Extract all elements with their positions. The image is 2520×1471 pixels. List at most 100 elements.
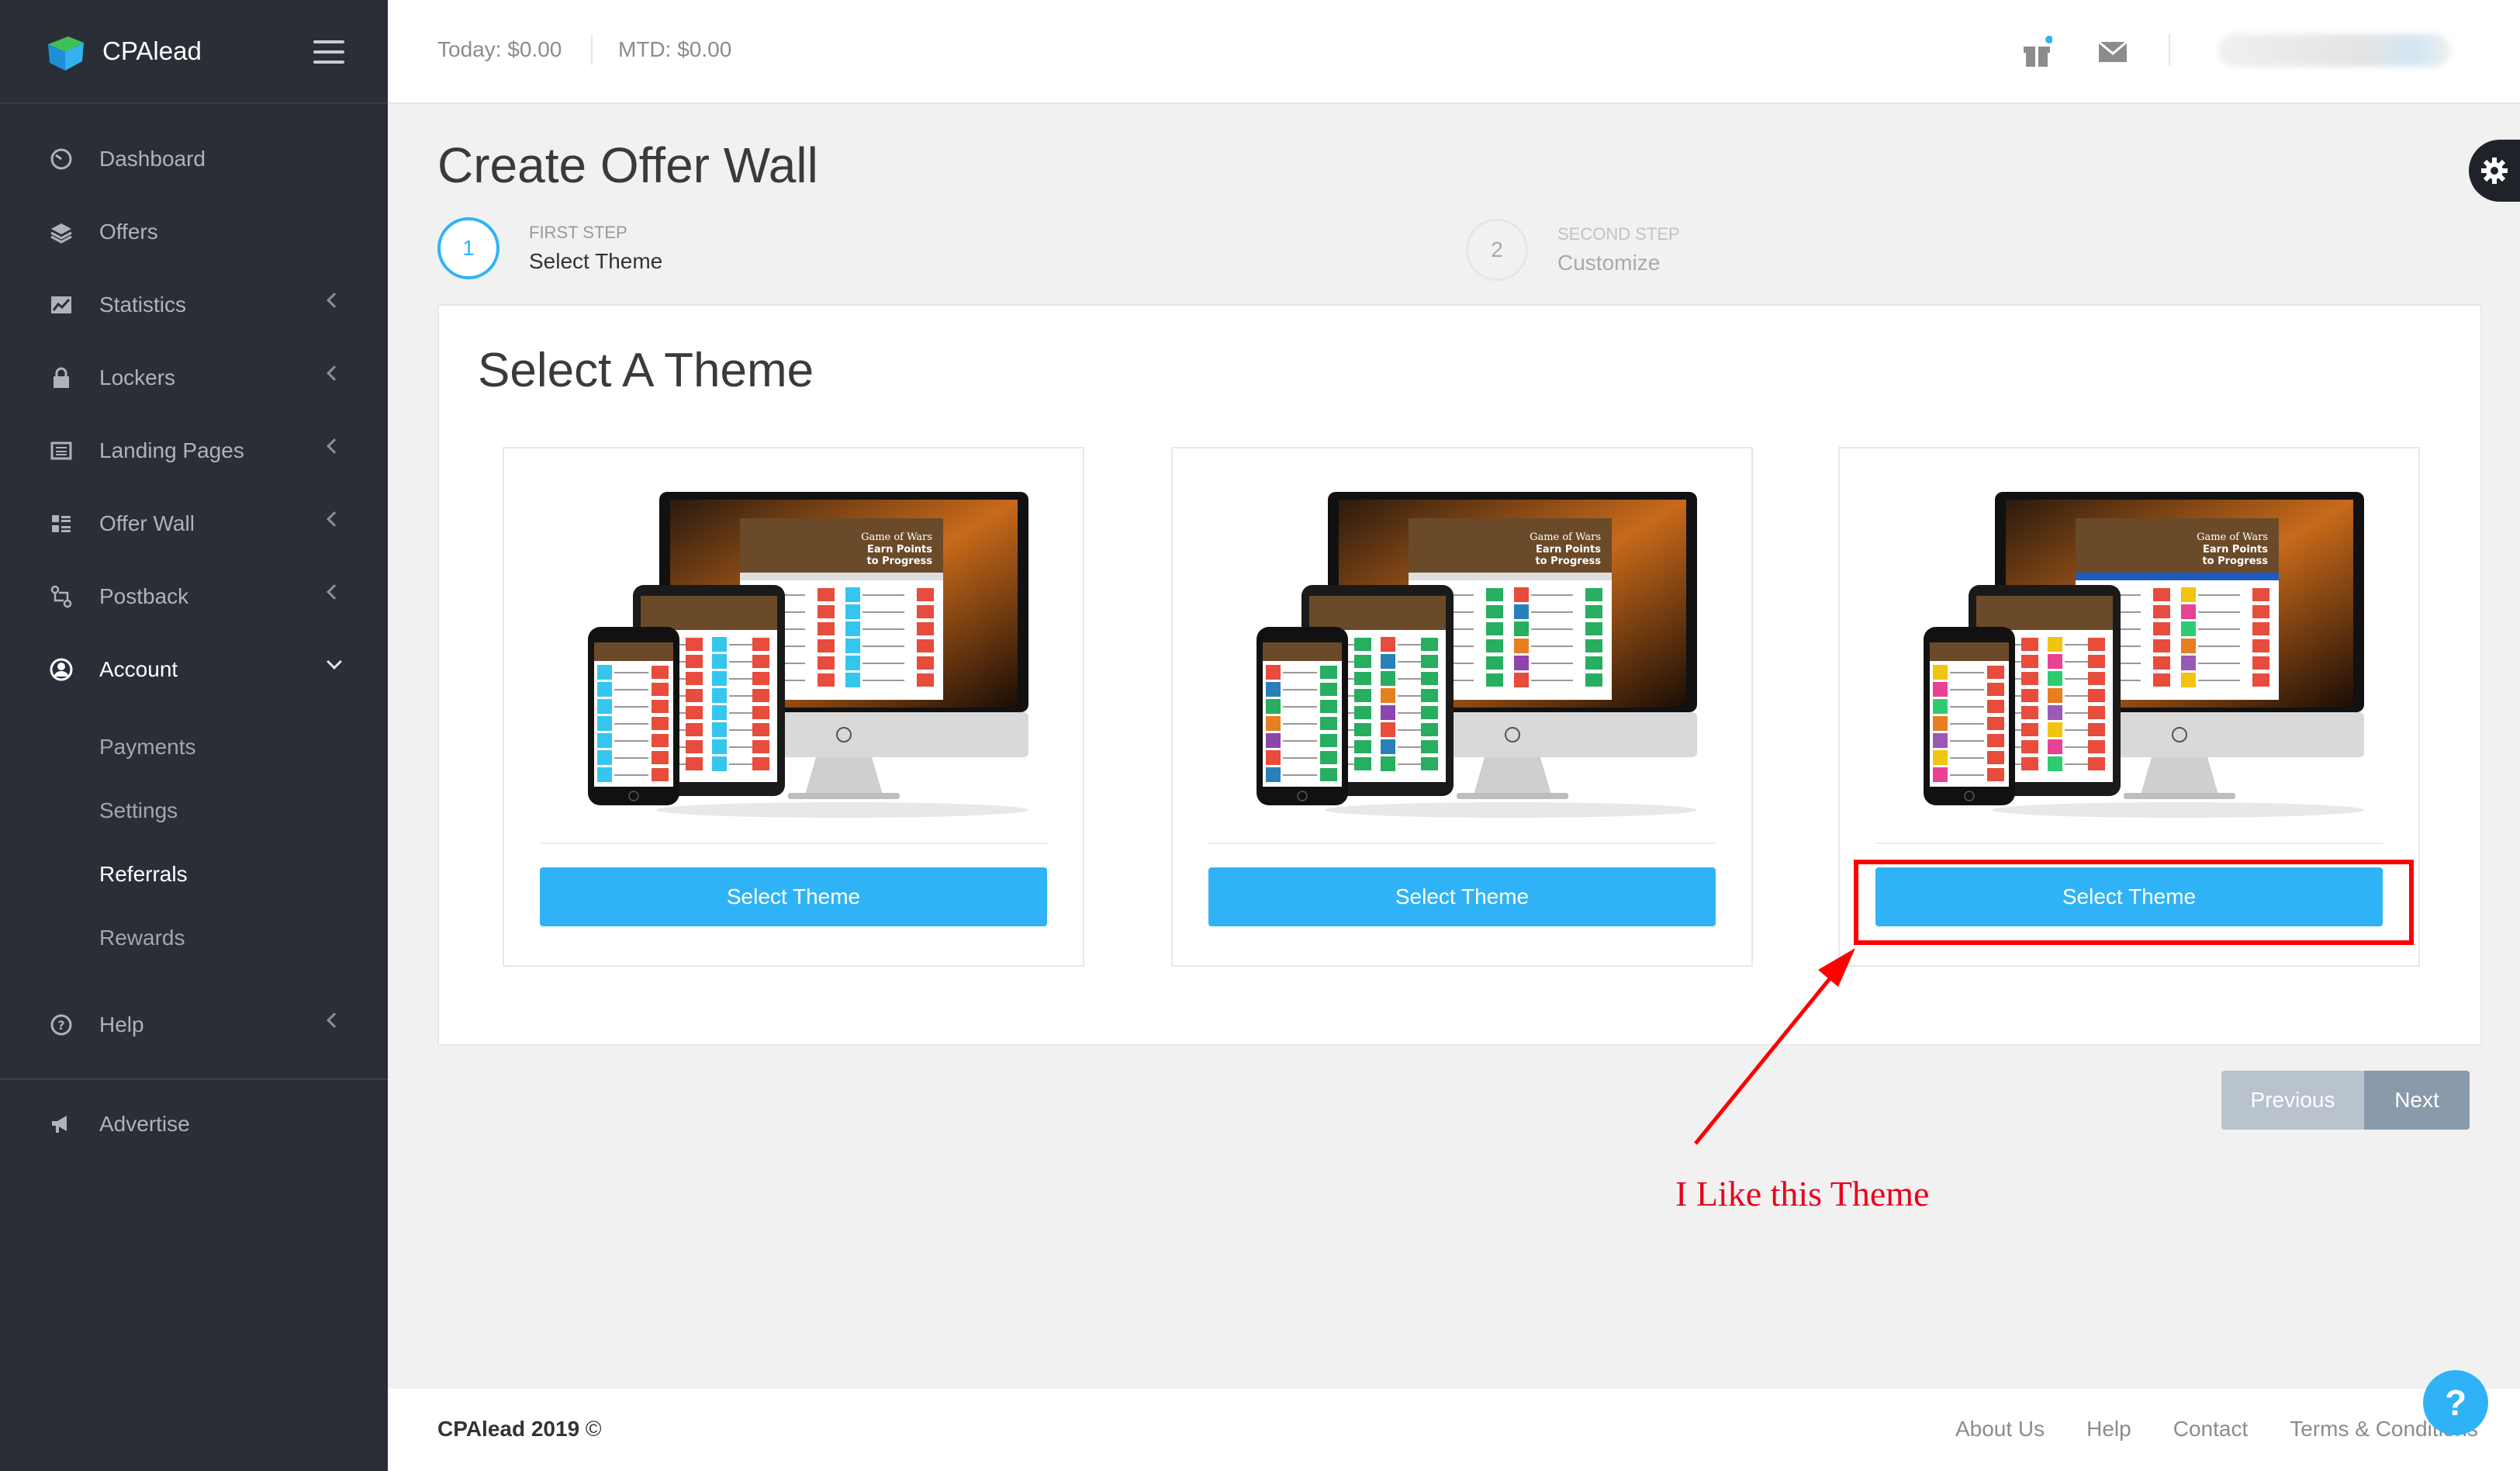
settings-gear-icon[interactable] [2469,140,2520,202]
theme-preview-image: Game of Wars Earn Points to Progress [1216,492,1713,833]
footer: CPAlead 2019 © About Us Help Contact Ter… [388,1389,2520,1471]
sidebar-item-lockers[interactable]: Lockers [0,341,388,414]
sidebar-item-label: Account [99,657,178,681]
footer-brand: CPAlead 2019 [437,1417,580,1441]
svg-text:Game of Wars: Game of Wars [1530,531,1601,543]
select-theme-button[interactable]: Select Theme [540,867,1047,926]
sidebar-subitem-referrals[interactable]: Referrals [0,843,388,906]
sidebar-item-advertise[interactable]: Advertise [0,1088,388,1161]
sidebar-nav-secondary: ? Help [0,988,388,1061]
select-theme-button[interactable]: Select Theme [1208,867,1716,926]
menu-toggle-icon[interactable] [313,40,344,64]
question-circle-icon: ? [48,1012,74,1038]
sidebar-subitem-payments[interactable]: Payments [0,715,388,779]
svg-text:Earn Points: Earn Points [867,544,932,556]
sidebar-item-statistics[interactable]: Statistics [0,268,388,341]
theme-preview-image: Game of Wars Earn Points to Progress [1883,492,2380,833]
svg-text:Earn Points: Earn Points [2203,544,2268,556]
chevron-left-icon [327,511,342,527]
page-title: Create Offer Wall [437,137,818,193]
chevron-left-icon [327,438,342,454]
sidebar-item-postback[interactable]: Postback [0,560,388,633]
sidebar-item-label: Statistics [99,292,187,317]
step-number: 2 [1466,219,1528,281]
cpalead-logo[interactable] [45,30,87,72]
wizard-step-2[interactable]: 2 SECOND STEP Customize [1466,219,1680,281]
account-subnav: Payments Settings Referrals Rewards [0,706,388,988]
theme-card-2: Game of Wars Earn Points to Progress Sel… [1171,447,1753,967]
chevron-left-icon [327,1012,342,1028]
today-earnings: Today: $0.00 [437,37,562,61]
theme-preview-image: Game of Wars Earn Points to Progress [548,492,1044,833]
sidebar-item-landing-pages[interactable]: Landing Pages [0,414,388,487]
sidebar-item-label: Landing Pages [99,438,244,462]
card-divider [1875,843,2383,844]
sidebar-subitem-rewards[interactable]: Rewards [0,906,388,970]
annotation-highlight-box [1854,860,2414,945]
copyright-symbol: © [585,1417,602,1441]
wizard-step-1[interactable]: 1 FIRST STEP Select Theme [437,217,662,279]
footer-links: About Us Help Contact Terms & Conditions [1955,1417,2478,1442]
brand-name[interactable]: CPAlead [102,36,202,66]
step-caption: FIRST STEP [529,223,627,242]
svg-text:to Progress: to Progress [866,556,932,567]
sidebar-item-label: Offers [99,220,158,244]
theme-card-1: Game of Wars Earn Points to Progress Sel… [503,447,1084,967]
mtd-earnings: MTD: $0.00 [618,37,732,61]
dashboard-icon [48,146,74,172]
footer-link-help[interactable]: Help [2086,1417,2131,1442]
sidebar-subitem-settings[interactable]: Settings [0,779,388,843]
step-number: 1 [437,217,500,279]
header-divider [2169,34,2170,65]
chevron-left-icon [327,292,342,308]
panel-title: Select A Theme [478,344,814,397]
header-divider [591,34,593,65]
footer-link-about[interactable]: About Us [1955,1417,2045,1442]
svg-text:?: ? [57,1018,64,1033]
sidebar-item-dashboard[interactable]: Dashboard [0,123,388,196]
mail-icon[interactable] [2097,40,2128,67]
help-chat-button[interactable]: ? [2423,1370,2488,1435]
next-button[interactable]: Next [2364,1071,2470,1130]
sidebar-item-label: Help [99,1012,144,1037]
svg-text:to Progress: to Progress [1535,556,1601,567]
previous-button[interactable]: Previous [2221,1071,2364,1130]
gift-icon[interactable] [2021,36,2053,72]
exchange-icon [48,583,74,610]
svg-text:Game of Wars: Game of Wars [2197,531,2268,543]
sidebar-item-offers[interactable]: Offers [0,196,388,268]
sidebar-nav-advertise: Advertise [0,1080,388,1161]
user-circle-icon [48,656,74,683]
card-divider [540,843,1047,844]
grid-list-icon [48,511,74,537]
annotation-text: I Like this Theme [1675,1174,1930,1213]
svg-text:Game of Wars: Game of Wars [861,531,932,543]
sidebar-item-account[interactable]: Account [0,633,388,706]
sidebar-item-label: Postback [99,584,189,608]
sidebar-item-help[interactable]: ? Help [0,988,388,1061]
sidebar-item-label: Dashboard [99,147,206,171]
step-caption: SECOND STEP [1557,224,1680,244]
megaphone-icon [48,1111,74,1137]
sidebar-item-label: Lockers [99,365,176,389]
wizard-pager: Previous Next [2221,1071,2470,1130]
chevron-left-icon [327,584,342,600]
sidebar-nav: Dashboard Offers Statistics Lockers Land… [0,104,388,706]
svg-text:to Progress: to Progress [2202,556,2268,567]
top-header: Today: $0.00 MTD: $0.00 [388,0,2520,104]
chevron-left-icon [327,365,342,381]
card-divider [1208,843,1716,844]
brand: CPAlead [0,0,388,104]
sidebar-item-label: Advertise [99,1112,190,1136]
chevron-down-icon [327,654,342,670]
sidebar-item-label: Offer Wall [99,511,195,535]
sidebar: CPAlead Dashboard Offers Statistics Lock… [0,0,388,1471]
footer-link-contact[interactable]: Contact [2173,1417,2249,1442]
sidebar-item-offer-wall[interactable]: Offer Wall [0,487,388,560]
newspaper-icon [48,438,74,464]
chart-icon [48,292,74,318]
layers-icon [48,219,74,245]
lock-icon [48,365,74,391]
step-label: Customize [1557,251,1661,275]
user-menu[interactable] [2218,34,2451,67]
